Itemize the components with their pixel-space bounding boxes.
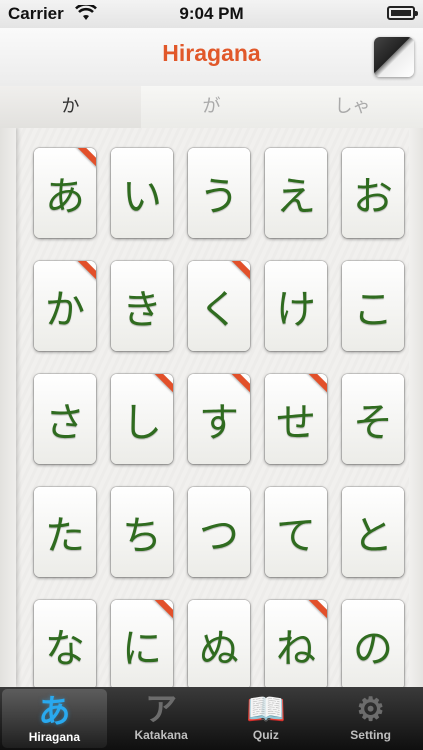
bookmark-ribbon-icon (301, 600, 327, 626)
kana-card[interactable]: さ (34, 374, 96, 464)
segment-ga[interactable]: が (141, 86, 282, 128)
kana-character: な (45, 626, 85, 672)
kana-character: た (45, 513, 85, 559)
tab-setting[interactable]: ⚙ Setting (318, 687, 423, 750)
kana-card[interactable]: の (342, 600, 404, 687)
page-curl-button[interactable] (374, 37, 414, 77)
page-title: Hiragana (162, 40, 261, 66)
kana-character: こ (353, 287, 393, 333)
tab-label: Setting (350, 728, 391, 742)
kana-character: の (353, 626, 393, 672)
kana-grid: あいうえおかきくけこさしすせそたちつてとなにぬねの (34, 148, 404, 687)
kana-card[interactable]: て (265, 487, 327, 577)
kana-card[interactable]: え (265, 148, 327, 238)
tab-hiragana[interactable]: あ Hiragana (2, 689, 107, 748)
kana-character: け (276, 287, 316, 333)
bookmark-ribbon-icon (224, 374, 250, 400)
segment-ka[interactable]: か (0, 86, 141, 128)
gear-icon: ⚙ (356, 690, 385, 728)
tab-label: Hiragana (28, 730, 81, 744)
kana-character: き (122, 287, 162, 333)
kana-character: と (353, 513, 393, 559)
kana-card[interactable]: ち (111, 487, 173, 577)
segment-sha[interactable]: しゃ (282, 86, 423, 128)
kana-card[interactable]: あ (34, 148, 96, 238)
bookmark-ribbon-icon (224, 261, 250, 287)
hiragana-a-icon: あ (38, 692, 71, 730)
kana-board: あいうえおかきくけこさしすせそたちつてとなにぬねの (0, 128, 423, 687)
kana-card[interactable]: き (111, 261, 173, 351)
bookmark-ribbon-icon (70, 148, 96, 174)
kana-character: ち (122, 513, 162, 559)
kana-card[interactable]: く (188, 261, 250, 351)
page-edge-right (409, 128, 423, 687)
navigation-bar: Hiragana (0, 28, 423, 87)
kana-card[interactable]: す (188, 374, 250, 464)
kana-card[interactable]: そ (342, 374, 404, 464)
kana-card[interactable]: こ (342, 261, 404, 351)
book-icon: 📖 (245, 690, 286, 728)
kana-card[interactable]: と (342, 487, 404, 577)
kana-character: つ (199, 513, 239, 559)
kana-card[interactable]: う (188, 148, 250, 238)
kana-character: て (276, 513, 316, 559)
kana-character: お (353, 174, 393, 220)
bookmark-ribbon-icon (70, 261, 96, 287)
kana-card[interactable]: か (34, 261, 96, 351)
kana-character: そ (353, 400, 393, 446)
tab-katakana[interactable]: ア Katakana (109, 687, 214, 750)
battery-icon (387, 6, 418, 20)
row-segment-control: か が しゃ (0, 86, 423, 129)
kana-card[interactable]: し (111, 374, 173, 464)
page-edge-left (0, 128, 16, 687)
kana-card[interactable]: つ (188, 487, 250, 577)
kana-card[interactable]: お (342, 148, 404, 238)
kana-card[interactable]: な (34, 600, 96, 687)
kana-character: ぬ (199, 626, 239, 672)
kana-card[interactable]: ぬ (188, 600, 250, 687)
tab-label: Katakana (134, 728, 188, 742)
kana-card[interactable]: ね (265, 600, 327, 687)
kana-card[interactable]: け (265, 261, 327, 351)
bookmark-ribbon-icon (301, 374, 327, 400)
kana-card[interactable]: に (111, 600, 173, 687)
kana-card[interactable]: た (34, 487, 96, 577)
status-time: 9:04 PM (179, 4, 244, 23)
tab-quiz[interactable]: 📖 Quiz (214, 687, 319, 750)
kana-character: え (276, 174, 316, 220)
kana-character: さ (45, 400, 85, 446)
kana-card[interactable]: い (111, 148, 173, 238)
status-bar: Carrier 9:04 PM (0, 0, 423, 28)
kana-card[interactable]: せ (265, 374, 327, 464)
tab-bar: あ Hiragana ア Katakana 📖 Quiz ⚙ Setting (0, 687, 423, 750)
kana-character: い (122, 174, 162, 220)
bookmark-ribbon-icon (147, 600, 173, 626)
tab-label: Quiz (252, 728, 279, 742)
bookmark-ribbon-icon (147, 374, 173, 400)
katakana-a-icon: ア (145, 690, 178, 728)
kana-character: う (199, 174, 239, 220)
